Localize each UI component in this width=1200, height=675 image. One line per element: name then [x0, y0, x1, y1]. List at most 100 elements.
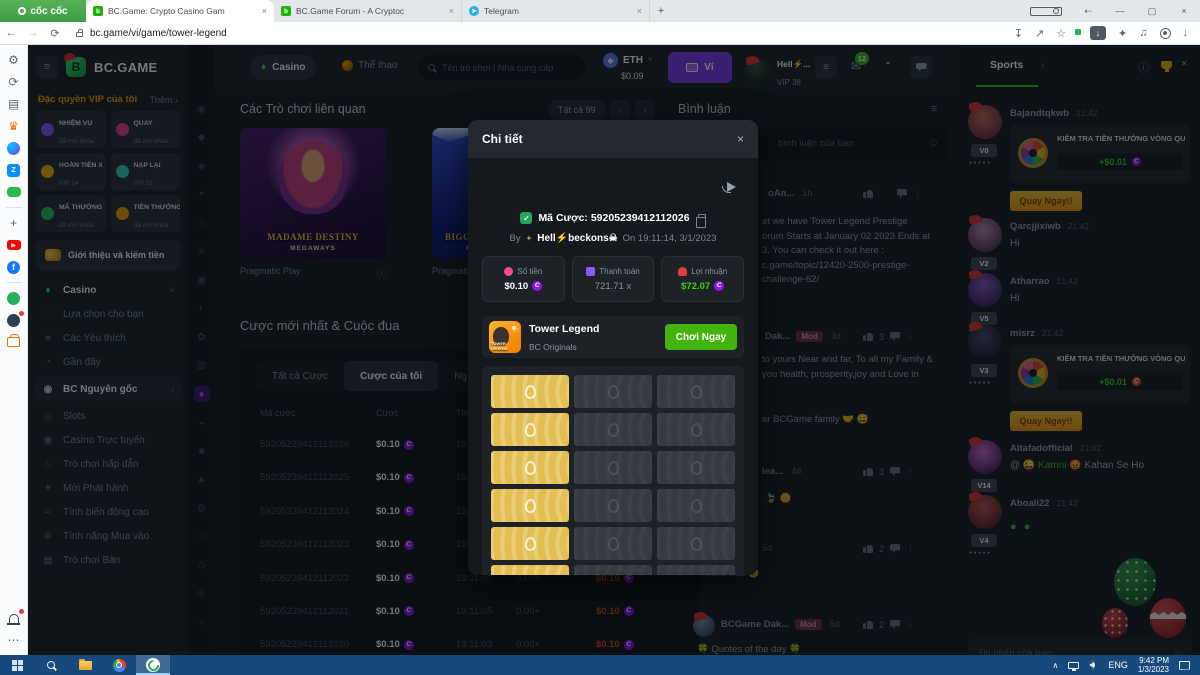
sidebar-nav-item[interactable]: ◔ Gần đây [28, 350, 188, 374]
more-icon[interactable]: ⋯ [7, 633, 21, 647]
category-icon[interactable]: ✦ [194, 187, 210, 203]
sidebar-nav-item[interactable]: ★ Các Yêu thích [28, 326, 188, 350]
settings-gear-icon[interactable]: ⚙ [7, 53, 21, 67]
tab-all-bets[interactable]: Tất cả Cược [256, 361, 344, 391]
tower-tile[interactable] [491, 527, 569, 560]
currency-selector[interactable]: ◆ ETH ˅ [603, 53, 652, 68]
tab-close-icon[interactable]: × [637, 6, 642, 16]
sidebar-nav-item[interactable]: ◉ BC Nguyên gốc › [34, 377, 182, 401]
tab-bcgame[interactable]: b BC.Game: Crypto Casino Gam × [86, 0, 274, 22]
bookmark-star-icon[interactable]: ☆ [1056, 27, 1066, 40]
garden-icon[interactable] [7, 291, 21, 305]
bcgame-logo-icon[interactable]: B [66, 57, 86, 77]
coccoc-taskbar-icon[interactable] [136, 655, 170, 675]
emoji-icon[interactable]: ☺ [928, 137, 939, 149]
chat-avatar[interactable] [968, 495, 1002, 529]
sidebar-nav-item[interactable]: ▦ Trò chơi Bàn [28, 548, 188, 572]
download-manager-icon[interactable]: ↓ [1090, 26, 1106, 40]
comment-header[interactable]: BCGame Dak...Mod5d [721, 619, 840, 630]
category-icon[interactable]: ◍ [194, 500, 210, 516]
close-window-button[interactable]: × [1168, 0, 1200, 22]
new-tab-button[interactable]: + [650, 0, 672, 22]
network-icon[interactable] [1068, 662, 1079, 669]
bcgame-logo-text[interactable]: BC.GAME [94, 60, 158, 75]
category-icon[interactable]: ✿ [194, 329, 210, 345]
tab-bcgame-forum[interactable]: b BC.Game Forum - A Cryptoc × [274, 0, 462, 22]
tab-close-icon[interactable]: × [262, 6, 267, 16]
comment-header[interactable]: Dak...Mod3d [765, 331, 841, 342]
tower-tile[interactable] [491, 413, 569, 446]
chat-username[interactable]: Atharrao21:42 [1010, 276, 1078, 287]
sidebar-nav-item[interactable]: ▣ Casino Trực tuyến [28, 428, 188, 452]
history-icon[interactable]: ⟳ [7, 75, 21, 89]
category-icon[interactable]: ◉ [194, 101, 210, 117]
tab-casino[interactable]: ♦Casino [250, 55, 316, 80]
notifications-bell-icon[interactable] [7, 611, 21, 625]
tray-expand-icon[interactable]: ∧ [1052, 661, 1058, 670]
comment-header[interactable]: 5d [762, 543, 772, 554]
shopping-cart-icon[interactable] [7, 335, 21, 349]
category-icon[interactable]: ◐ [194, 301, 210, 317]
like-icon[interactable] [863, 467, 873, 476]
tab-sports[interactable]: Thể thao [342, 60, 397, 71]
back-button[interactable]: ← [0, 27, 22, 39]
vip-more-link[interactable]: Thêm › [149, 95, 178, 105]
vip-tile[interactable]: HOÀN TIỀN XVIP 14 [36, 153, 106, 190]
sidebar-nav-item[interactable]: ⊛ Tính năng Mua vào [28, 524, 188, 548]
more-icon[interactable]: ⋮ [906, 331, 915, 342]
tower-tile[interactable] [657, 451, 735, 484]
extensions-icon[interactable]: ✦ [1118, 27, 1127, 40]
lucky-spin-card[interactable]: KIỂM TRA TIỀN THƯỞNG VÒNG QU +$0.01 [1010, 125, 1190, 183]
like-icon[interactable] [863, 332, 873, 341]
chat-info-icon[interactable]: ⓘ [1138, 59, 1149, 75]
start-button[interactable] [0, 655, 34, 675]
emoji-icon[interactable]: ☺ [1172, 648, 1182, 656]
category-icon[interactable]: ♕ [194, 244, 210, 260]
category-icon[interactable]: ◒ [194, 415, 210, 431]
sidebar-nav-item[interactable]: ≈ Tính biến động cao [28, 500, 188, 524]
info-icon[interactable]: ⓘ [377, 266, 386, 279]
category-icon[interactable]: ◇ [194, 557, 210, 573]
tab-telegram[interactable]: ➤ Telegram × [462, 0, 650, 22]
chat-username[interactable]: Aboali2221:42 [1010, 498, 1078, 509]
tower-tile[interactable] [491, 565, 569, 575]
taskbar-clock[interactable]: 9:42 PM1/3/2023 [1138, 656, 1169, 675]
category-icon[interactable]: ▲ [194, 472, 210, 488]
category-icon[interactable]: ◈ [194, 158, 210, 174]
referral-banner[interactable]: Giới thiệu và kiếm tiền [36, 240, 180, 270]
refresh-button[interactable]: ⟳ [44, 27, 66, 40]
add-shortcut-icon[interactable]: + [7, 216, 21, 230]
game-card-madame-destiny[interactable]: MADAME DESTINY MEGAWAYS [240, 128, 386, 258]
share-icon[interactable]: ↗ [1035, 27, 1044, 40]
chevron-right-icon[interactable]: › [1041, 60, 1044, 70]
chat-room-tab[interactable]: Sports [990, 59, 1023, 71]
vip-tile[interactable]: NHIỆM VỤđã mở khóa [36, 111, 106, 148]
category-icon[interactable]: ◆ [194, 130, 210, 146]
tower-tile[interactable] [491, 451, 569, 484]
sidebar-nav-item[interactable]: ♨ Trò chơi hấp dẫn [28, 452, 188, 476]
chat-username[interactable]: Qarcjjixiwb21:42 [1010, 221, 1089, 232]
category-icon[interactable]: ◎ [194, 586, 210, 602]
carousel-prev-button[interactable]: ‹ [610, 100, 630, 120]
media-control-icon[interactable]: ♫ [1139, 27, 1147, 39]
comment-header[interactable]: oAn...1h [768, 188, 812, 199]
bet-username[interactable]: Hell⚡beckons☠ [537, 233, 617, 244]
chat-avatar[interactable] [968, 273, 1002, 307]
minimize-button[interactable]: — [1104, 0, 1136, 22]
category-icon[interactable]: ○ [194, 529, 210, 545]
category-icon[interactable]: ♨ [194, 215, 210, 231]
spin-now-button[interactable]: Quay Ngay!! [1010, 411, 1082, 431]
bet-table-row[interactable]: 59205239412112021 $0.10 19:11:05 0.00× $… [240, 597, 700, 630]
action-center-icon[interactable] [1179, 661, 1190, 670]
game-search-input[interactable]: Tên trò chơi | Nhà cung cấp [418, 55, 586, 80]
vip-tile[interactable]: NẠP LẠIVIP 22 [111, 153, 181, 190]
chat-toggle-icon[interactable] [910, 56, 932, 78]
bet-table-row[interactable]: 59205239412112020 $0.10 19:11:03 0.00× $… [240, 630, 700, 655]
chat-username[interactable]: Altafadofficial21:42 [1010, 443, 1101, 454]
reply-icon[interactable] [897, 189, 907, 198]
volume-icon[interactable] [1089, 662, 1094, 668]
chat-avatar[interactable] [968, 218, 1002, 252]
sidebar-nav-item[interactable]: ♦ Casino ˅ [28, 278, 188, 302]
category-icon[interactable]: ● [194, 386, 210, 402]
tower-tile[interactable] [574, 565, 652, 575]
